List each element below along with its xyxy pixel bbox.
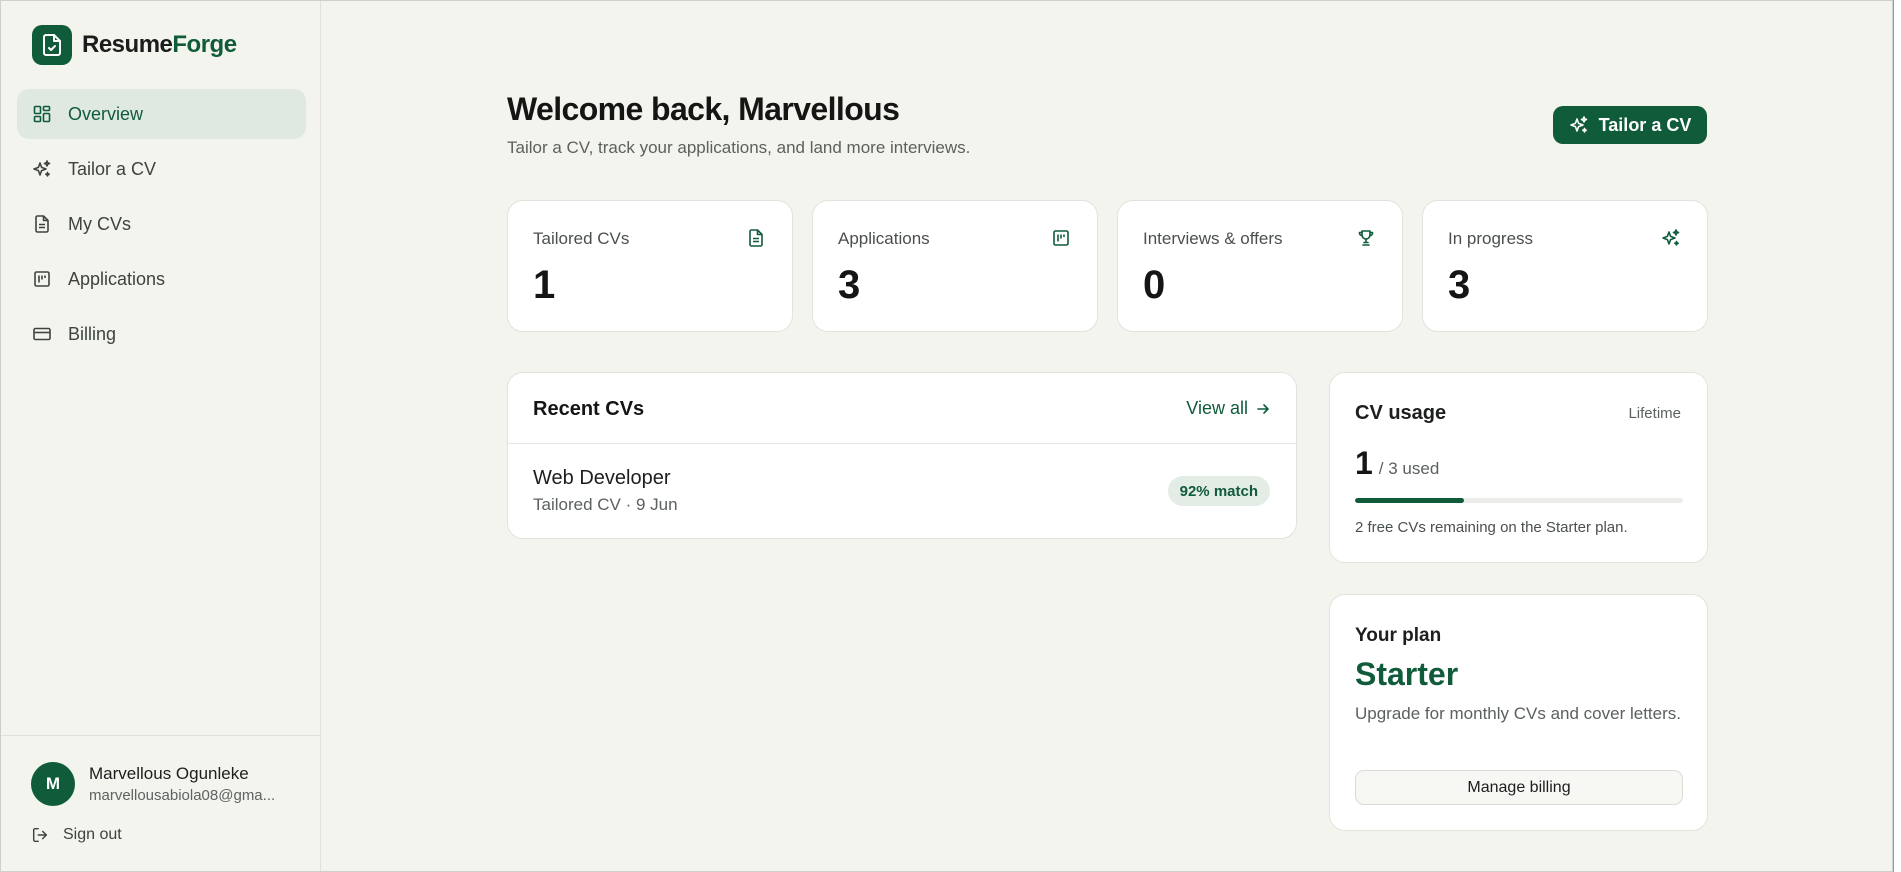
view-all-link[interactable]: View all — [1186, 398, 1270, 419]
stat-card-in-progress: In progress 3 — [1422, 200, 1708, 332]
page-title: Welcome back, Marvellous — [507, 91, 900, 127]
match-badge: 92% match — [1167, 476, 1270, 506]
sidebar-footer: M Marvellous Ogunleke marvellousabiola08… — [1, 735, 320, 871]
recent-cvs-title: Recent CVs — [533, 398, 645, 420]
cv-usage-progress-fill — [1355, 498, 1465, 503]
logout-icon — [32, 827, 48, 843]
trophy-icon — [1358, 230, 1374, 246]
plan-card: Your plan Starter Upgrade for monthly CV… — [1329, 594, 1708, 831]
sidebar-nav: Overview Tailor a CV My CVs Applications… — [17, 89, 306, 364]
brand-name: ResumeForge — [82, 31, 237, 59]
sidebar-item-label: My CVs — [68, 213, 131, 234]
sidebar-item-overview[interactable]: Overview — [17, 89, 306, 139]
document-check-icon — [32, 25, 72, 65]
stat-value: 3 — [838, 263, 861, 307]
list-item[interactable]: Web Developer Tailored CV · 9 Jun 92% ma… — [508, 444, 1296, 539]
stat-value: 3 — [1448, 263, 1471, 307]
cv-usage-used: 1 — [1355, 445, 1373, 481]
sidebar-item-billing[interactable]: Billing — [17, 309, 306, 359]
sidebar-item-tailor-cv[interactable]: Tailor a CV — [17, 144, 306, 194]
stat-card-applications: Applications 3 — [812, 200, 1098, 332]
view-all-label: View all — [1186, 398, 1248, 418]
stat-value: 1 — [533, 263, 556, 307]
brand-name-part1: Resume — [82, 31, 173, 58]
user-email: marvellousabiola08@gma... — [89, 787, 276, 804]
recent-cvs-header: Recent CVs View all — [508, 373, 1296, 444]
sidebar-item-label: Tailor a CV — [68, 158, 157, 179]
plan-label: Your plan — [1355, 625, 1442, 646]
stat-card-tailored-cvs: Tailored CVs 1 — [507, 200, 793, 332]
kanban-icon — [1053, 230, 1069, 246]
dashboard-icon — [33, 105, 51, 123]
document-icon — [749, 229, 763, 247]
plan-name: Starter — [1355, 656, 1459, 692]
sign-out-label: Sign out — [63, 826, 122, 843]
credit-card-icon — [33, 327, 51, 341]
cv-usage-note: 2 free CVs remaining on the Starter plan… — [1355, 519, 1628, 536]
brand[interactable]: ResumeForge — [32, 25, 237, 65]
main-content: Welcome back, Marvellous Tailor a CV, tr… — [321, 1, 1892, 871]
stat-label: Interviews & offers — [1143, 229, 1283, 248]
cv-usage-period: Lifetime — [1628, 405, 1681, 422]
cv-usage-title: CV usage — [1355, 402, 1447, 424]
sidebar-item-label: Overview — [68, 103, 144, 124]
cv-meta: Tailored CV · 9 Jun — [533, 495, 678, 514]
arrow-right-icon — [1257, 403, 1269, 414]
manage-billing-button[interactable]: Manage billing — [1355, 770, 1683, 805]
cv-name: Web Developer — [533, 467, 671, 489]
stat-value: 0 — [1143, 263, 1166, 307]
cv-usage-card: CV usage Lifetime 1 / 3 used 2 free CVs … — [1329, 372, 1708, 563]
tailor-cv-button[interactable]: Tailor a CV — [1553, 106, 1707, 144]
recent-cvs-card: Recent CVs View all Web Developer Tailor… — [507, 372, 1297, 539]
avatar: M — [31, 762, 75, 806]
cv-usage-total: / 3 used — [1378, 459, 1440, 478]
cv-usage-progress-bar — [1355, 498, 1683, 503]
app-window: ResumeForge Overview Tailor a CV My CVs … — [0, 0, 1893, 872]
stat-label: Applications — [838, 229, 930, 248]
sidebar-item-applications[interactable]: Applications — [17, 254, 306, 304]
sidebar-item-label: Billing — [68, 323, 117, 344]
tailor-cv-button-label: Tailor a CV — [1598, 114, 1692, 135]
sidebar-item-my-cvs[interactable]: My CVs — [17, 199, 306, 249]
sign-out-button[interactable]: Sign out — [31, 826, 122, 844]
sidebar-item-label: Applications — [68, 268, 166, 289]
sidebar: ResumeForge Overview Tailor a CV My CVs … — [1, 1, 321, 871]
stat-card-interviews-offers: Interviews & offers 0 — [1117, 200, 1403, 332]
stat-label: In progress — [1448, 229, 1534, 248]
user-info: Marvellous Ogunleke marvellousabiola08@g… — [89, 764, 275, 804]
user-profile[interactable]: M Marvellous Ogunleke marvellousabiola08… — [31, 762, 275, 806]
window-edge — [1893, 0, 1901, 872]
stat-label: Tailored CVs — [533, 229, 630, 248]
document-icon — [35, 215, 49, 233]
brand-name-part2: Forge — [172, 31, 237, 58]
user-name: Marvellous Ogunleke — [89, 764, 249, 783]
sparkles-icon — [1662, 229, 1680, 246]
sparkles-icon — [1569, 116, 1587, 133]
sparkles-icon — [33, 160, 51, 177]
page-subtitle: Tailor a CV, track your applications, an… — [507, 138, 971, 157]
plan-description: Upgrade for monthly CVs and cover letter… — [1355, 704, 1681, 723]
kanban-icon — [34, 271, 50, 287]
cv-usage-count: 1 / 3 used — [1355, 445, 1439, 482]
